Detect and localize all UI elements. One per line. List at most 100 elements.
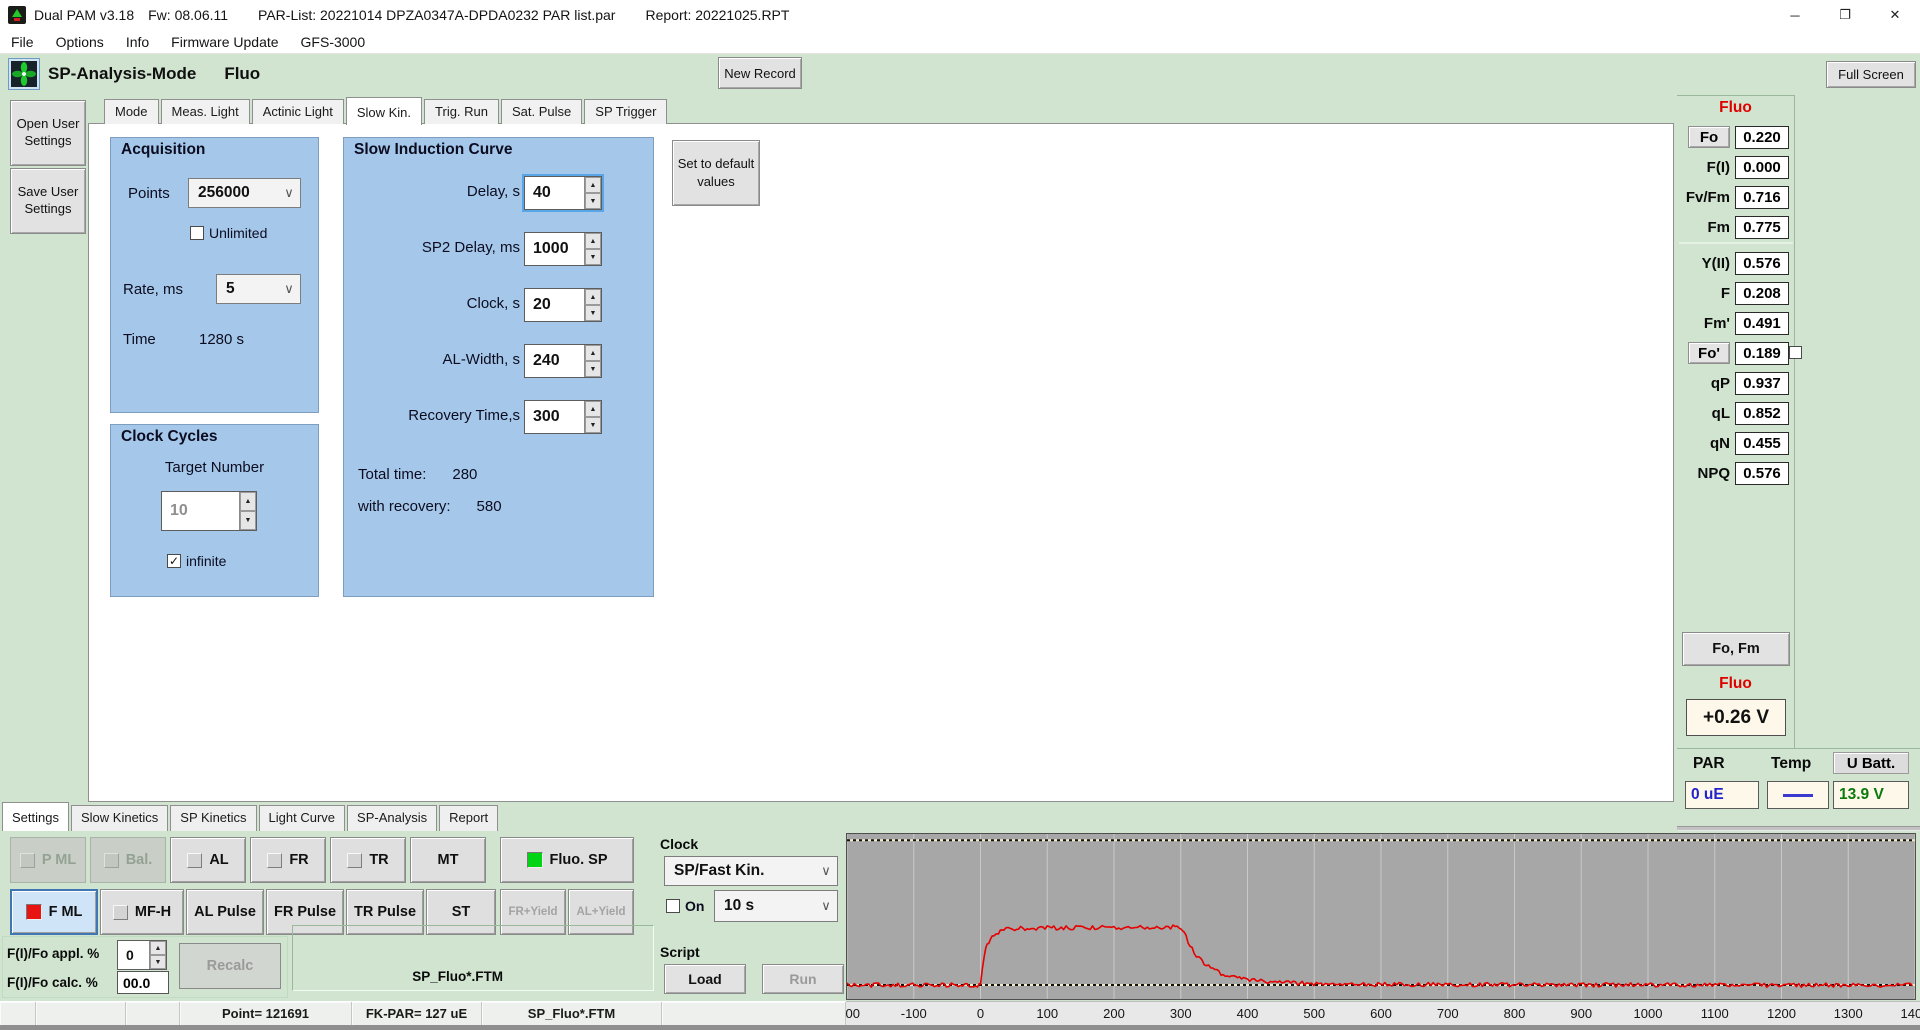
menu-file[interactable]: File (0, 34, 45, 50)
tr-pulse-label: TR Pulse (354, 904, 416, 920)
recalc-button[interactable]: Recalc (179, 943, 281, 989)
fluo-label-cell: Fm' (1677, 315, 1735, 332)
clock-on-checkbox[interactable] (666, 899, 680, 913)
view-tab-sp-analysis[interactable]: SP-Analysis (347, 805, 437, 831)
delay-s-input[interactable]: 40▲▼ (524, 176, 602, 210)
spin-up-icon[interactable]: ▲ (150, 941, 166, 955)
rate-dropdown[interactable]: 5 ∨ (216, 274, 301, 304)
tab-slow-kin[interactable]: Slow Kin. (346, 97, 422, 125)
al-width-s-input[interactable]: 240▲▼ (524, 344, 602, 378)
spin-up-icon[interactable]: ▲ (240, 492, 256, 511)
spin-down-icon[interactable]: ▼ (585, 417, 601, 433)
full-screen-button[interactable]: Full Screen (1826, 61, 1916, 88)
points-dropdown[interactable]: 256000 ∨ (188, 178, 301, 208)
tab-sp-trigger[interactable]: SP Trigger (584, 99, 667, 124)
sp2-delay-ms-input[interactable]: 1000▲▼ (524, 232, 602, 266)
al-pulse-button[interactable]: AL Pulse (186, 889, 264, 935)
view-tab-slow-kinetics[interactable]: Slow Kinetics (71, 805, 168, 831)
view-tab-settings[interactable]: Settings (2, 802, 69, 831)
spin-down-icon[interactable]: ▼ (585, 305, 601, 321)
spin-buttons[interactable]: ▲▼ (584, 401, 601, 433)
set-default-values-button[interactable]: Set to default values (672, 140, 760, 206)
spin-up-icon[interactable]: ▲ (585, 289, 601, 305)
fluo-sp-button[interactable]: Fluo. SP (500, 837, 634, 883)
spin-up-icon[interactable]: ▲ (585, 345, 601, 361)
spin-down-icon[interactable]: ▼ (585, 193, 601, 209)
clock-interval-dropdown[interactable]: 10 s ∨ (714, 890, 838, 922)
save-user-settings-button[interactable]: Save User Settings (10, 168, 86, 234)
view-tab-sp-kinetics[interactable]: SP Kinetics (170, 805, 256, 831)
fifo-appl-spinner[interactable]: ▲▼ (149, 941, 166, 969)
infinite-checkbox-row: ✓ infinite (167, 553, 226, 569)
spin-buttons[interactable]: ▲▼ (584, 233, 601, 265)
new-record-button[interactable]: New Record (718, 57, 802, 89)
fo-button[interactable]: Fo (1688, 126, 1730, 148)
f-ml-button[interactable]: F ML (10, 889, 98, 935)
spin-up-icon[interactable]: ▲ (585, 233, 601, 249)
fo-checkbox[interactable] (1789, 346, 1802, 359)
script-load-button[interactable]: Load (664, 964, 746, 994)
total-time-row: Total time:280 (358, 466, 477, 483)
tab-actinic-light[interactable]: Actinic Light (252, 99, 344, 124)
page-title: SP-Analysis-Mode Fluo (48, 58, 260, 90)
clock-mode-dropdown[interactable]: SP/Fast Kin. ∨ (664, 856, 838, 886)
mf-h-button[interactable]: MF-H (100, 889, 184, 935)
open-user-settings-button[interactable]: Open User Settings (10, 100, 86, 166)
menu-options[interactable]: Options (45, 34, 115, 50)
spin-down-icon[interactable]: ▼ (585, 361, 601, 377)
tab-mode[interactable]: Mode (104, 99, 159, 124)
target-number-spinner[interactable]: ▲▼ (239, 492, 256, 530)
fluo-label-cell: F(I) (1677, 159, 1735, 176)
view-tab-light-curve[interactable]: Light Curve (259, 805, 345, 831)
clock-cycles-panel: Clock Cycles Target Number 10 ▲▼ ✓ infin… (110, 424, 319, 597)
tab-sat-pulse[interactable]: Sat. Pulse (501, 99, 582, 124)
delay-s-value: 40 (525, 177, 584, 209)
fo-fm-button[interactable]: Fo, Fm (1682, 632, 1790, 666)
fluo-row-ql: qL0.852 (1677, 398, 1795, 428)
infinite-checkbox[interactable]: ✓ (167, 554, 181, 568)
sp-analysis-mode-icon-button[interactable] (8, 58, 40, 90)
close-button[interactable]: ✕ (1870, 0, 1920, 30)
spin-up-icon[interactable]: ▲ (585, 401, 601, 417)
minimize-button[interactable]: ─ (1770, 0, 1820, 30)
tab-trig-run[interactable]: Trig. Run (424, 99, 499, 124)
chevron-down-icon: ∨ (815, 898, 837, 914)
spin-buttons[interactable]: ▲▼ (584, 345, 601, 377)
spin-down-icon[interactable]: ▼ (585, 249, 601, 265)
clock-s-input[interactable]: 20▲▼ (524, 288, 602, 322)
spin-down-icon[interactable]: ▼ (150, 955, 166, 969)
recovery-time-s-input[interactable]: 300▲▼ (524, 400, 602, 434)
fo-button[interactable]: Fo' (1688, 342, 1730, 364)
control-row-1: P MLBal.ALFRTRMTFluo. SP (0, 837, 700, 883)
title-bar: Dual PAM v3.18Fw: 08.06.11PAR-List: 2022… (0, 0, 1920, 30)
window-title-part: Dual PAM v3.18 (34, 7, 134, 23)
tab-meas-light[interactable]: Meas. Light (161, 99, 250, 124)
spin-buttons[interactable]: ▲▼ (584, 289, 601, 321)
status-bar: Point= 121691FK-PAR= 127 uESP_Fluo*.FTM (0, 1001, 846, 1025)
menu-firmware-update[interactable]: Firmware Update (160, 34, 289, 50)
qp-label: qP (1711, 375, 1730, 392)
spin-up-icon[interactable]: ▲ (585, 177, 601, 193)
sp2-delay-ms-label: SP2 Delay, ms (422, 239, 520, 256)
window-title-part: Report: 20221025.RPT (645, 7, 789, 23)
status-cell-1 (0, 1002, 36, 1025)
view-tab-report[interactable]: Report (439, 805, 498, 831)
x-tick-1200: 1200 (1767, 1006, 1796, 1021)
tr-button[interactable]: TR (330, 837, 406, 883)
menu-gfs-3000[interactable]: GFS-3000 (290, 34, 377, 50)
menu-info[interactable]: Info (115, 34, 160, 50)
spin-down-icon[interactable]: ▼ (240, 511, 256, 530)
target-number-input[interactable]: 10 ▲▼ (161, 491, 257, 531)
p-ml-check-icon (20, 853, 35, 868)
fm-label: Fm' (1704, 315, 1730, 332)
fluo-row-y-ii: Y(II)0.576 (1677, 248, 1795, 278)
al-button[interactable]: AL (170, 837, 246, 883)
fr-button[interactable]: FR (250, 837, 326, 883)
script-run-button[interactable]: Run (762, 964, 844, 994)
unlimited-checkbox[interactable] (190, 226, 204, 240)
total-time-label: Total time: (358, 466, 426, 483)
restore-button[interactable]: ❐ (1820, 0, 1870, 30)
mt-button[interactable]: MT (410, 837, 486, 883)
spin-buttons[interactable]: ▲▼ (584, 177, 601, 209)
fifo-appl-input[interactable]: 0 ▲▼ (117, 940, 167, 970)
